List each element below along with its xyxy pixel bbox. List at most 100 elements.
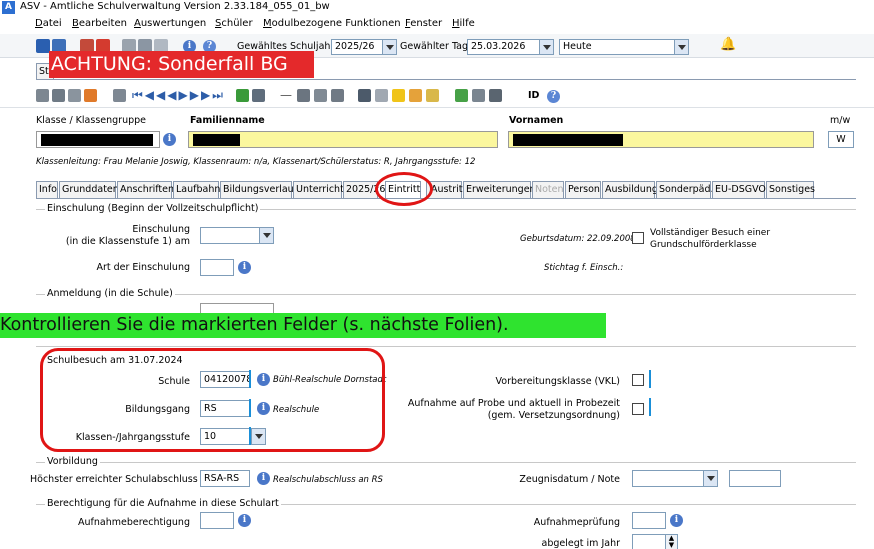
settings-icon[interactable] — [426, 89, 439, 102]
mw-field[interactable]: W — [828, 131, 854, 148]
field-marker — [649, 370, 651, 388]
menu-bearbeiten[interactable]: Bearbeiten — [72, 18, 127, 29]
art-einschulung-field[interactable] — [200, 259, 234, 276]
art-einschulung-label: Art der Einschulung — [96, 262, 190, 273]
menu-hilfe[interactable]: Hilfe — [452, 18, 475, 29]
aufnahmepruefung-label: Aufnahmeprüfung — [533, 517, 620, 528]
record-toolbar: ⏮◀◀◀▶▶▶⏭ — ID ? — [0, 84, 874, 108]
menu-datei[interactable]: Datei — [35, 18, 62, 29]
tab-ausbildung[interactable]: Ausbildung — [602, 181, 658, 198]
note-field[interactable] — [729, 470, 781, 487]
bell-icon[interactable]: 🔔 — [720, 38, 736, 52]
redaction-bar — [193, 134, 240, 146]
berechtigung-title: Berechtigung für die Aufnahme in diese S… — [45, 498, 281, 509]
lightbulb-icon[interactable] — [392, 89, 405, 102]
zeugnis-date-field[interactable] — [632, 470, 718, 487]
einschulung-date-field[interactable] — [200, 227, 274, 244]
chevron-down-icon[interactable] — [703, 471, 717, 486]
navigation-arrows[interactable]: ⏮◀◀◀▶▶▶⏭ — [132, 88, 225, 103]
menu-auswertungen[interactable]: Auswertungen — [134, 18, 206, 29]
familienname-field[interactable] — [188, 131, 498, 148]
anmeldung-title: Anmeldung (in die Schule) — [45, 288, 175, 299]
check-icon[interactable] — [409, 89, 422, 102]
tab-sonderpaed[interactable]: Sonderpäd. — [656, 181, 714, 198]
tab-person[interactable]: Person — [565, 181, 601, 198]
chevron-down-icon[interactable] — [259, 228, 273, 243]
preview-icon[interactable] — [375, 89, 388, 102]
geburtsdatum-info: Geburtsdatum: 22.09.2008 — [520, 234, 636, 244]
tab-bildungsverlauf[interactable]: Bildungsverlauf — [220, 181, 297, 198]
chevron-down-icon[interactable] — [382, 40, 396, 54]
grundschulfoerderklasse-checkbox[interactable] — [632, 232, 644, 244]
probe-checkbox[interactable] — [632, 403, 644, 415]
tab-laufbahn[interactable]: Laufbahn — [173, 181, 220, 198]
abgelegt-jahr-stepper[interactable]: ▲ ▼ — [632, 534, 678, 549]
achtung-banner: ACHTUNG: Sonderfall BG — [49, 51, 314, 78]
menu-bar: Datei Bearbeiten Auswertungen Schüler Mo… — [0, 16, 874, 34]
tab-erweiterungen[interactable]: Erweiterungen — [463, 181, 536, 198]
info-icon[interactable]: i — [163, 133, 176, 146]
book-icon[interactable] — [489, 89, 502, 102]
chevron-down-icon[interactable] — [674, 40, 688, 54]
kontrollieren-banner: Kontrollieren Sie die markierten Felder … — [0, 313, 606, 338]
vkl-label: Vorbereitungsklasse (VKL) — [495, 376, 620, 387]
tab-sonstiges[interactable]: Sonstiges — [766, 181, 815, 198]
id-label[interactable]: ID — [528, 90, 539, 101]
info-icon[interactable]: i — [238, 514, 251, 527]
remove-icon[interactable]: — — [280, 88, 292, 102]
schuljahr-select[interactable]: 2025/26 — [331, 39, 397, 55]
eintritt-tab-highlight — [375, 172, 433, 206]
save-icon[interactable] — [36, 89, 49, 102]
copy-record-icon[interactable] — [314, 89, 327, 102]
save-all-icon[interactable] — [52, 89, 65, 102]
tab-grunddaten[interactable]: Grunddaten — [59, 181, 119, 198]
menu-schueler[interactable]: Schüler — [215, 18, 253, 29]
field-marker — [649, 398, 651, 416]
tag-label: Gewählter Tag — [400, 41, 469, 52]
table-icon[interactable] — [252, 89, 265, 102]
klasse-label: Klasse / Klassengruppe — [36, 115, 146, 126]
info-icon[interactable]: i — [670, 514, 683, 527]
probe-label: Aufnahme auf Probe und aktuell in Probez… — [407, 398, 620, 409]
grundschulfoerderklasse-label: Vollständiger Besuch einer — [650, 228, 771, 238]
refresh-icon[interactable] — [236, 89, 249, 102]
new-record-icon[interactable] — [84, 89, 97, 102]
group-icon[interactable] — [455, 89, 468, 102]
menu-modulbezogene-funktionen[interactable]: Modulbezogene Funktionen — [263, 18, 401, 29]
print-icon[interactable] — [358, 89, 371, 102]
einschulung-title: Einschulung (Beginn der Vollzeitschulpfl… — [45, 203, 261, 214]
grundschulfoerderklasse-label-line2: Grundschulförderklasse — [650, 240, 757, 250]
aufnahmeberechtigung-field[interactable] — [200, 512, 234, 529]
cut-icon[interactable] — [297, 89, 310, 102]
info-icon[interactable]: i — [238, 261, 251, 274]
tab-schuljahr[interactable]: 2025/26 — [343, 181, 385, 198]
redaction-bar — [41, 134, 153, 146]
tab-eu-dsgvo[interactable]: EU-DSGVO — [712, 181, 766, 198]
abschluss-label: Höchster erreichter Schulabschluss — [30, 474, 198, 485]
vornamen-label: Vornamen — [509, 115, 564, 126]
vornamen-field[interactable] — [508, 131, 814, 148]
stichtag-info: Stichtag f. Einsch.: — [544, 263, 624, 273]
paste-icon[interactable] — [331, 89, 344, 102]
tab-unterricht[interactable]: Unterricht — [293, 181, 344, 198]
grid-icon[interactable] — [36, 39, 50, 53]
tag-select[interactable]: 25.03.2026 — [467, 39, 554, 55]
help-icon[interactable]: ? — [547, 90, 560, 103]
zeugnis-label: Zeugnisdatum / Note — [519, 474, 620, 485]
vkl-checkbox[interactable] — [632, 374, 644, 386]
heute-select[interactable]: Heute — [559, 39, 689, 55]
abschluss-field[interactable]: RSA-RS — [200, 470, 250, 487]
stepper-arrows-icon[interactable]: ▲ ▼ — [665, 535, 677, 549]
menu-fenster[interactable]: Fenster — [405, 18, 442, 29]
chart-icon[interactable] — [472, 89, 485, 102]
info-icon[interactable]: i — [257, 472, 270, 485]
chevron-down-icon[interactable] — [539, 40, 553, 54]
window-title: ASV - Amtliche Schulverwaltung Version 2… — [20, 1, 330, 12]
vorbildung-title: Vorbildung — [45, 456, 100, 467]
tab-info[interactable]: Info — [36, 181, 58, 198]
tab-anschriften[interactable]: Anschriften — [117, 181, 174, 198]
list-icon[interactable] — [113, 89, 126, 102]
aufnahmepruefung-field[interactable] — [632, 512, 666, 529]
klasse-field[interactable] — [36, 131, 160, 148]
undo-icon[interactable] — [68, 89, 81, 102]
